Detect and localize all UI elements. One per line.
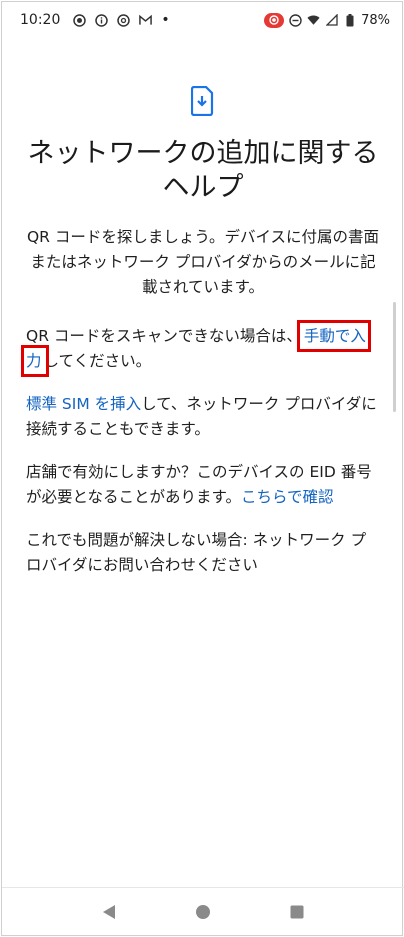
- recents-square-icon: [290, 905, 304, 918]
- page-title: ネットワークの追加に関するヘルプ: [27, 138, 379, 203]
- status-bar: 10:20 • 78%: [2, 2, 404, 38]
- status-time: 10:20: [20, 12, 61, 28]
- intro-text: QR コードを探しましょう。デバイスに付属の書面またはネットワーク プロバイダか…: [26, 228, 379, 296]
- record-icon: [73, 13, 87, 27]
- screen-frame: 10:20 • 78% ネットワークの追加に関するヘルプ QR コードを探しまし…: [1, 1, 404, 936]
- eid-link[interactable]: こちらで確認: [241, 488, 334, 506]
- navigation-bar: [2, 887, 404, 935]
- info-icon: [95, 13, 109, 27]
- sync-icon: [117, 13, 131, 27]
- manual-entry-prefix: QR コードをスキャンできない場合は、: [26, 327, 302, 345]
- scroll-indicator[interactable]: [393, 302, 396, 412]
- wifi-icon: [307, 14, 320, 27]
- screen-record-icon: [264, 12, 285, 28]
- manual-entry-text: QR コードをスキャンできない場合は、 手動で入力 してください。: [2, 320, 404, 377]
- eid-text: 店舗で有効にしますか？このデバイスの EID 番号が必要となることがあります。こ…: [2, 460, 404, 510]
- recents-button[interactable]: [285, 900, 309, 924]
- status-right: 78%: [264, 12, 390, 28]
- home-button[interactable]: [191, 900, 215, 924]
- main-content: ネットワークの追加に関するヘルプ QR コードを探しましょう。デバイスに付属の書…: [2, 86, 404, 578]
- sim-download-icon: [191, 86, 214, 116]
- battery-icon: [343, 13, 356, 27]
- manual-entry-suffix: してください。: [43, 352, 152, 370]
- gmail-icon: [139, 14, 153, 27]
- back-button[interactable]: [97, 900, 121, 924]
- battery-level: 78%: [361, 12, 390, 28]
- signal-icon: [325, 14, 338, 27]
- status-dot: •: [161, 12, 170, 28]
- status-left: 10:20 •: [20, 12, 170, 28]
- dnd-icon: [289, 13, 302, 27]
- insert-sim-link[interactable]: 標準 SIM を挿入: [26, 395, 141, 413]
- home-circle-icon: [196, 904, 210, 919]
- insert-sim-text: 標準 SIM を挿入して、ネットワーク プロバイダに接続することもできます。: [2, 392, 404, 442]
- back-triangle-icon: [103, 904, 115, 919]
- contact-provider-text: これでも問題が解決しない場合: ネットワーク プロバイダにお問い合わせください: [26, 531, 367, 574]
